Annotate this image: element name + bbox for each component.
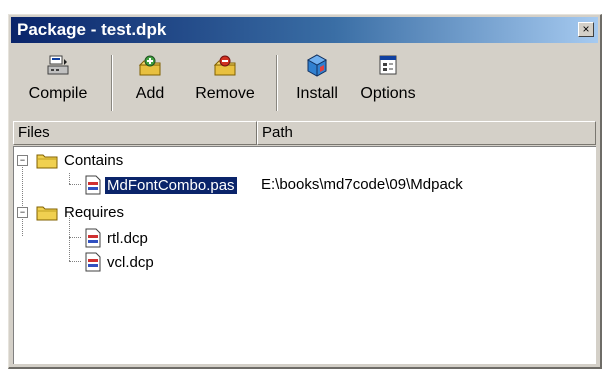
window-title: Package - test.dpk: [17, 20, 167, 39]
column-header: Files Path: [13, 121, 596, 145]
install-icon: [306, 54, 328, 77]
remove-icon: [213, 55, 236, 76]
compile-icon: [47, 55, 69, 75]
tree-connector: [69, 237, 81, 238]
options-label: Options: [360, 85, 416, 102]
compile-label: Compile: [28, 85, 88, 102]
tree-connector: [22, 164, 23, 236]
install-button[interactable]: Install: [289, 49, 345, 115]
folder-icon: [36, 154, 58, 169]
compile-button[interactable]: Compile: [27, 49, 89, 115]
install-label: Install: [296, 85, 338, 102]
package-file-icon: [85, 252, 101, 272]
title-bar[interactable]: Package - test.dpk ×: [11, 17, 598, 43]
toolbar-separator: [111, 55, 113, 111]
remove-button[interactable]: Remove: [189, 49, 261, 115]
tree-connector: [69, 173, 70, 184]
folder-icon: [36, 206, 58, 221]
close-button[interactable]: ×: [578, 22, 594, 37]
files-header-label: Files: [18, 124, 50, 141]
tree-item-rtl[interactable]: rtl.dcp: [84, 227, 150, 249]
column-header-files[interactable]: Files: [13, 121, 257, 145]
package-tree[interactable]: − Contains MdFontCombo.pas E:\books\md7c…: [13, 146, 596, 364]
toolbar: Compile Add Remove Install Options: [11, 45, 598, 123]
file-name-selected: MdFontCombo.pas: [105, 176, 237, 194]
add-label: Add: [135, 85, 165, 102]
file-name: rtl.dcp: [107, 229, 148, 247]
tree-item-mdfontcombo[interactable]: MdFontCombo.pas: [84, 174, 237, 196]
add-button[interactable]: Add: [127, 49, 173, 115]
tree-label-contains: Contains: [64, 151, 124, 169]
file-name: vcl.dcp: [107, 253, 154, 271]
remove-label: Remove: [195, 85, 255, 102]
package-file-icon: [85, 228, 101, 248]
tree-connector: [69, 261, 81, 262]
tree-item-vcl[interactable]: vcl.dcp: [84, 251, 156, 273]
options-button[interactable]: Options: [355, 49, 421, 115]
pascal-file-icon: [85, 175, 101, 195]
collapse-toggle[interactable]: −: [17, 206, 28, 218]
package-window: Package - test.dpk × Compile Add Remove …: [8, 14, 602, 369]
options-icon: [379, 55, 397, 75]
close-icon: ×: [582, 22, 590, 36]
tree-label-requires: Requires: [64, 203, 125, 221]
tree-node-contains[interactable]: − Contains: [17, 149, 125, 171]
path-header-label: Path: [262, 124, 293, 141]
add-icon: [138, 55, 161, 76]
toolbar-separator: [276, 55, 278, 111]
tree-connector: [69, 184, 81, 185]
file-path: E:\books\md7code\09\Mdpack: [261, 176, 463, 193]
tree-node-requires[interactable]: − Requires: [17, 201, 126, 223]
column-header-path[interactable]: Path: [257, 121, 596, 145]
collapse-toggle[interactable]: −: [17, 154, 28, 166]
